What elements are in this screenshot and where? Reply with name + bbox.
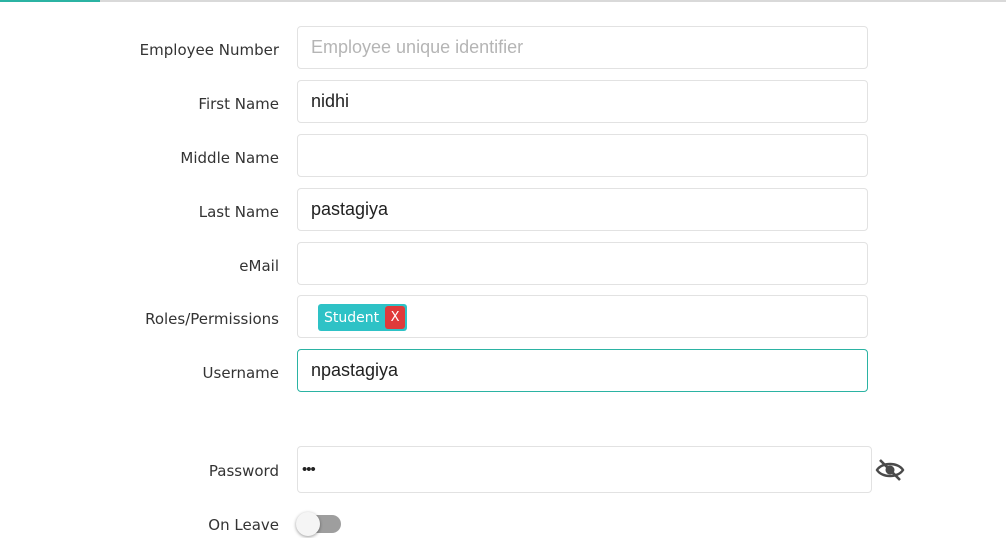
on-leave-toggle-knob <box>296 512 320 536</box>
middle-name-label: Middle Name <box>180 149 279 167</box>
username-field[interactable] <box>297 349 868 392</box>
password-label: Password <box>208 462 279 480</box>
employee-number-field[interactable] <box>297 26 868 69</box>
roles-label: Roles/Permissions <box>145 310 279 328</box>
role-tag-label: Student <box>324 309 380 326</box>
employee-number-input[interactable] <box>298 27 867 68</box>
middle-name-input[interactable] <box>298 135 867 176</box>
middle-name-field[interactable] <box>297 134 868 177</box>
on-leave-toggle[interactable] <box>296 512 341 536</box>
password-input[interactable] <box>298 447 871 492</box>
last-name-label: Last Name <box>198 203 279 221</box>
last-name-field[interactable] <box>297 188 868 231</box>
first-name-label: First Name <box>198 95 279 113</box>
roles-field[interactable]: Student X <box>297 295 868 338</box>
employee-number-label: Employee Number <box>139 41 279 59</box>
username-label: Username <box>202 364 279 382</box>
first-name-field[interactable] <box>297 80 868 123</box>
password-field[interactable] <box>297 446 872 493</box>
email-input[interactable] <box>298 243 867 284</box>
top-progress-indicator <box>0 0 100 2</box>
email-label: eMail <box>239 257 279 275</box>
top-progress-track <box>0 0 1006 2</box>
role-tag: Student X <box>318 304 408 331</box>
eye-slash-icon[interactable] <box>875 458 905 487</box>
username-input[interactable] <box>298 350 867 391</box>
on-leave-label: On Leave <box>208 516 279 534</box>
first-name-input[interactable] <box>298 81 867 122</box>
last-name-input[interactable] <box>298 189 867 230</box>
role-tag-remove-button[interactable]: X <box>385 306 406 329</box>
email-field[interactable] <box>297 242 868 285</box>
